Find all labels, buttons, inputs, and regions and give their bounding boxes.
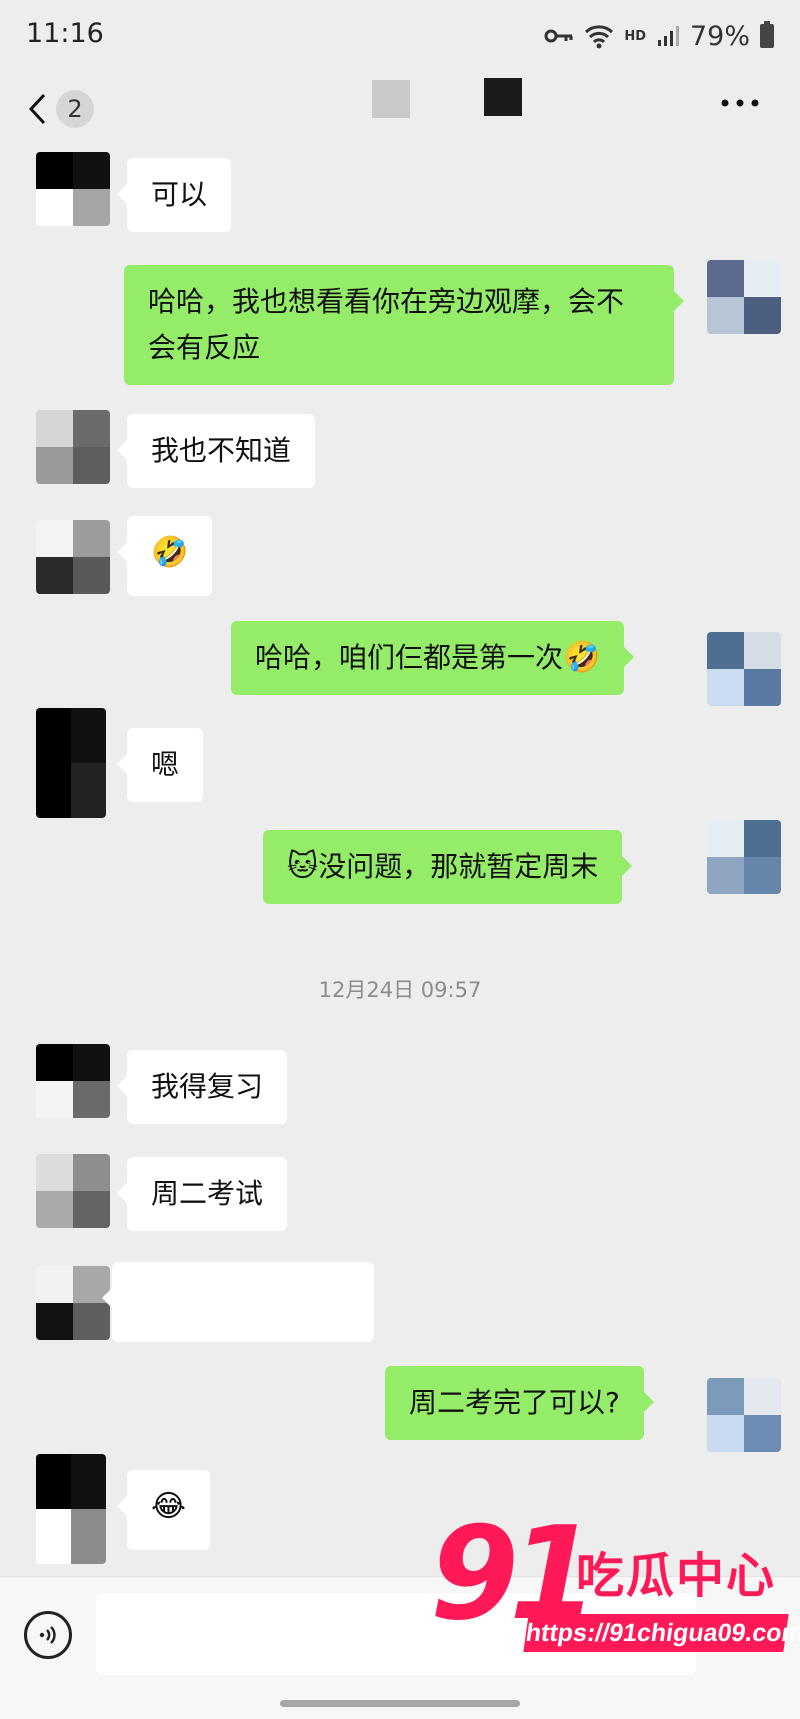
tears-of-joy-emoji: 😂 xyxy=(151,1489,187,1524)
contact-avatar[interactable] xyxy=(36,708,106,818)
message-bubble[interactable]: 可以 xyxy=(116,158,232,232)
message-text: 嗯 xyxy=(151,748,180,781)
contact-name-redacted xyxy=(372,80,410,118)
contact-avatar[interactable] xyxy=(36,1154,110,1228)
watermark-logo: 91 吃瓜中心 https://91chigua09.com xyxy=(430,1510,800,1660)
battery-percent: 79% xyxy=(689,20,750,52)
my-avatar[interactable] xyxy=(707,1378,781,1452)
my-avatar[interactable] xyxy=(707,260,781,334)
signal-icon xyxy=(657,26,679,46)
battery-icon xyxy=(760,21,774,48)
message-bubble[interactable]: 我得复习 xyxy=(116,1050,288,1124)
network-type: HD xyxy=(624,28,646,44)
contact-avatar[interactable] xyxy=(36,152,110,226)
key-icon xyxy=(544,29,573,43)
cat-emoji: 🐱 xyxy=(287,849,319,884)
message-bubble[interactable]: 嗯 xyxy=(116,728,204,802)
message-bubble[interactable]: 😂 xyxy=(116,1470,211,1550)
my-avatar[interactable] xyxy=(707,632,781,706)
message-text: 哈哈，我也想看看你在旁边观摩，会不会有反应 xyxy=(148,285,625,364)
message-text: 哈哈，咱们仨都是第一次 xyxy=(255,641,564,674)
more-icon[interactable] xyxy=(720,98,760,108)
crying-laughing-emoji: 🤣 xyxy=(563,640,601,675)
status-time: 11:16 xyxy=(26,18,104,49)
watermark-url: https://91chigua09.com xyxy=(523,1614,800,1652)
voice-icon xyxy=(39,1626,56,1644)
voice-button[interactable] xyxy=(24,1611,72,1659)
my-avatar[interactable] xyxy=(707,820,781,894)
message-bubble[interactable]: 周二考试 xyxy=(116,1157,288,1231)
message-text: 我也不知道 xyxy=(151,434,292,467)
unread-badge: 2 xyxy=(56,90,94,128)
wifi-icon xyxy=(585,25,614,49)
status-icons: HD 79% xyxy=(544,18,774,54)
message-bubble[interactable]: 🐱没问题，那就暂定周末 xyxy=(263,830,633,904)
message-text: 我得复习 xyxy=(151,1070,264,1103)
status-bar: 11:16 HD 79% xyxy=(0,0,800,72)
message-bubble[interactable]: 哈哈，我也想看看你在旁边观摩，会不会有反应 xyxy=(124,265,684,385)
message-text: 周二考完了可以? xyxy=(409,1386,620,1419)
message-text: 周二考试 xyxy=(151,1177,264,1210)
chat-header: 2 xyxy=(0,72,800,144)
timestamp-divider: 12月24日 09:57 xyxy=(318,978,482,1002)
contact-avatar[interactable] xyxy=(36,1266,110,1340)
contact-avatar[interactable] xyxy=(36,1454,106,1564)
contact-name-redacted xyxy=(484,78,522,116)
contact-avatar[interactable] xyxy=(36,520,110,594)
back-button[interactable]: 2 xyxy=(26,86,116,132)
message-bubble[interactable]: 哈哈，咱们仨都是第一次🤣 xyxy=(231,621,635,695)
chevron-left-icon xyxy=(28,93,46,125)
message-text: 没问题，那就暂定周末 xyxy=(318,850,599,883)
message-bubble[interactable]: 周二考完了可以? xyxy=(385,1366,654,1440)
message-bubble[interactable] xyxy=(102,1262,374,1342)
message-bubble[interactable]: 🤣 xyxy=(116,516,213,596)
message-text: 可以 xyxy=(151,178,208,211)
watermark-name: 吃瓜中心 xyxy=(576,1548,777,1604)
contact-avatar[interactable] xyxy=(36,1044,110,1118)
crying-laughing-emoji: 🤣 xyxy=(151,535,189,570)
contact-avatar[interactable] xyxy=(36,410,110,484)
home-indicator[interactable] xyxy=(280,1700,520,1707)
message-bubble[interactable]: 我也不知道 xyxy=(116,414,316,488)
